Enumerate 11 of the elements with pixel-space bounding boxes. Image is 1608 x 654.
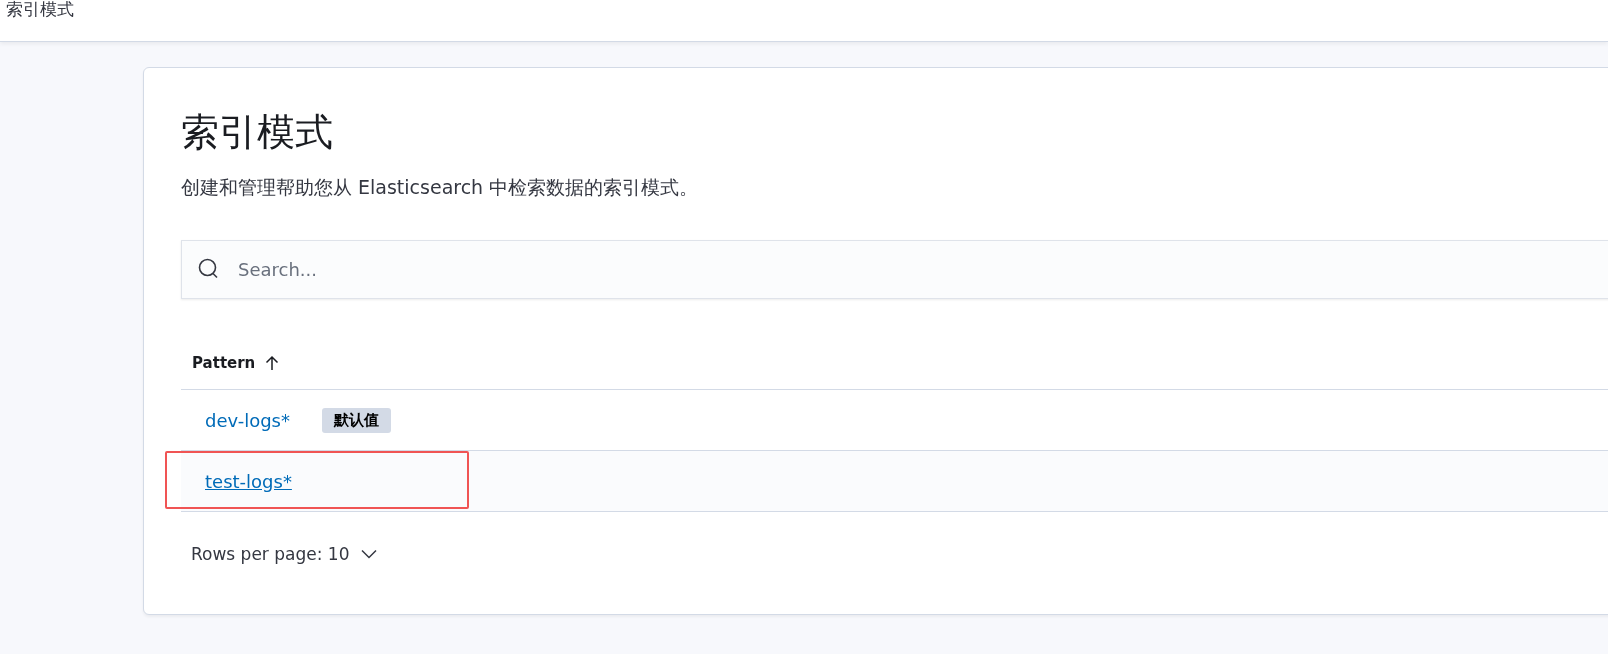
chevron-down-icon: [361, 549, 378, 559]
column-header[interactable]: Pattern: [192, 354, 256, 372]
search-field[interactable]: Search...: [181, 240, 1608, 299]
pattern-link[interactable]: test-logs*: [205, 470, 292, 492]
page-title: 索引模式: [181, 109, 333, 156]
default-badge: 默认值: [322, 407, 391, 433]
table-row[interactable]: test-logs*: [181, 451, 1608, 512]
pattern-link[interactable]: dev-logs*: [205, 409, 290, 431]
rows-per-page-button[interactable]: Rows per page: 10: [191, 544, 378, 564]
header-title: 索引模式: [6, 0, 74, 20]
page-description: 创建和管理帮助您从 Elasticsearch 中检索数据的索引模式。: [181, 175, 700, 200]
